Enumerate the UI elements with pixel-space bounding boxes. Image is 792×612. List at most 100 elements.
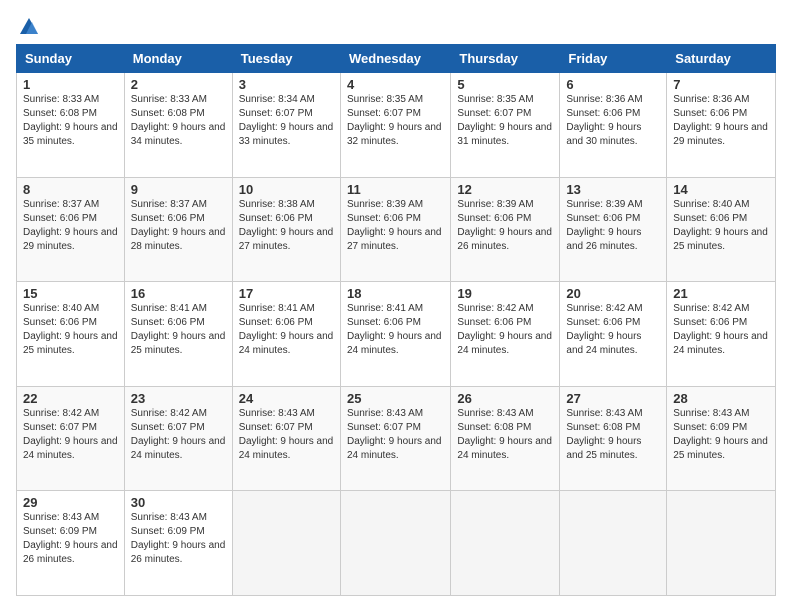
- sunrise-label: Sunrise: 8:42 AM: [457, 303, 533, 314]
- day-number: 13: [566, 182, 660, 197]
- day-number: 15: [23, 286, 118, 301]
- sunset-label: Sunset: 6:06 PM: [673, 213, 747, 224]
- sunrise-label: Sunrise: 8:42 AM: [131, 408, 207, 419]
- calendar-week-row: 1Sunrise: 8:33 AMSunset: 6:08 PMDaylight…: [17, 73, 776, 178]
- sunset-label: Sunset: 6:07 PM: [457, 108, 531, 119]
- day-info: Sunrise: 8:36 AMSunset: 6:06 PMDaylight:…: [673, 93, 769, 149]
- daylight-label: Daylight: 9 hours and 24 minutes.: [239, 331, 334, 356]
- day-info: Sunrise: 8:33 AMSunset: 6:08 PMDaylight:…: [131, 93, 226, 149]
- calendar-cell: 14Sunrise: 8:40 AMSunset: 6:06 PMDayligh…: [667, 177, 776, 282]
- calendar-cell: 6Sunrise: 8:36 AMSunset: 6:06 PMDaylight…: [560, 73, 667, 178]
- calendar-cell: 15Sunrise: 8:40 AMSunset: 6:06 PMDayligh…: [17, 282, 125, 387]
- sunrise-label: Sunrise: 8:39 AM: [566, 199, 642, 210]
- calendar-cell: 18Sunrise: 8:41 AMSunset: 6:06 PMDayligh…: [340, 282, 450, 387]
- col-tuesday: Tuesday: [232, 45, 340, 73]
- calendar-cell: [232, 491, 340, 596]
- header: [16, 16, 776, 34]
- sunset-label: Sunset: 6:07 PM: [347, 108, 421, 119]
- day-number: 17: [239, 286, 334, 301]
- calendar-week-row: 29Sunrise: 8:43 AMSunset: 6:09 PMDayligh…: [17, 491, 776, 596]
- calendar-cell: 1Sunrise: 8:33 AMSunset: 6:08 PMDaylight…: [17, 73, 125, 178]
- sunrise-label: Sunrise: 8:38 AM: [239, 199, 315, 210]
- sunset-label: Sunset: 6:09 PM: [673, 422, 747, 433]
- calendar-table: Sunday Monday Tuesday Wednesday Thursday…: [16, 44, 776, 596]
- day-number: 1: [23, 77, 118, 92]
- calendar-cell: 28Sunrise: 8:43 AMSunset: 6:09 PMDayligh…: [667, 386, 776, 491]
- calendar-cell: 27Sunrise: 8:43 AMSunset: 6:08 PMDayligh…: [560, 386, 667, 491]
- day-number: 20: [566, 286, 660, 301]
- sunset-label: Sunset: 6:07 PM: [23, 422, 97, 433]
- sunset-label: Sunset: 6:09 PM: [131, 526, 205, 537]
- daylight-label: Daylight: 9 hours and 24 minutes.: [347, 436, 442, 461]
- sunset-label: Sunset: 6:07 PM: [347, 422, 421, 433]
- day-number: 18: [347, 286, 444, 301]
- sunrise-label: Sunrise: 8:43 AM: [347, 408, 423, 419]
- calendar-cell: 5Sunrise: 8:35 AMSunset: 6:07 PMDaylight…: [451, 73, 560, 178]
- day-number: 26: [457, 391, 553, 406]
- day-info: Sunrise: 8:42 AM Sunset: 6:06 PM Daylight:…: [457, 302, 553, 358]
- day-info: Sunrise: 8:43 AMSunset: 6:07 PMDaylight:…: [239, 407, 334, 463]
- sunset-label: Sunset: 6:06 PM: [566, 213, 640, 224]
- day-number: 25: [347, 391, 444, 406]
- page: Sunday Monday Tuesday Wednesday Thursday…: [0, 0, 792, 612]
- sunset-label: Sunset: 6:08 PM: [457, 422, 531, 433]
- day-info: Sunrise: 8:33 AMSunset: 6:08 PMDaylight:…: [23, 93, 118, 149]
- day-number: 28: [673, 391, 769, 406]
- day-info: Sunrise: 8:37 AMSunset: 6:06 PMDaylight:…: [23, 198, 118, 254]
- sunset-label: Sunset: 6:07 PM: [239, 108, 313, 119]
- daylight-label: Daylight: 9 hours and 24 minutes.: [239, 436, 334, 461]
- day-number: 14: [673, 182, 769, 197]
- day-number: 21: [673, 286, 769, 301]
- sunset-label: Sunset: 6:06 PM: [457, 317, 531, 328]
- calendar-week-row: 22 Sunrise: 8:42 AM Sunset: 6:07 PM Dayligh…: [17, 386, 776, 491]
- day-number: 4: [347, 77, 444, 92]
- day-number: 7: [673, 77, 769, 92]
- day-number: 27: [566, 391, 660, 406]
- day-info: Sunrise: 8:37 AMSunset: 6:06 PMDaylight:…: [131, 198, 226, 254]
- daylight-label: Daylight: 9 hours and 24 minutes.: [457, 331, 552, 356]
- sunrise-label: Sunrise: 8:33 AM: [131, 94, 207, 105]
- sunset-label: Sunset: 6:06 PM: [347, 317, 421, 328]
- day-number: 22: [23, 391, 118, 406]
- col-sunday: Sunday: [17, 45, 125, 73]
- daylight-label: Daylight: 9 hours and 26 minutes.: [131, 540, 226, 565]
- day-info: Sunrise: 8:39 AMSunset: 6:06 PMDaylight:…: [457, 198, 553, 254]
- sunrise-label: Sunrise: 8:41 AM: [131, 303, 207, 314]
- day-number: 23: [131, 391, 226, 406]
- col-monday: Monday: [124, 45, 232, 73]
- sunrise-label: Sunrise: 8:42 AM: [673, 303, 749, 314]
- col-saturday: Saturday: [667, 45, 776, 73]
- sunrise-label: Sunrise: 8:43 AM: [239, 408, 315, 419]
- calendar-cell: 29Sunrise: 8:43 AMSunset: 6:09 PMDayligh…: [17, 491, 125, 596]
- daylight-label: Daylight: 9 hours and 26 minutes.: [457, 227, 552, 252]
- daylight-label: Daylight: 9 hours and 31 minutes.: [457, 122, 552, 147]
- daylight-label: Daylight: 9 hours and 25 minutes.: [566, 436, 641, 461]
- sunrise-label: Sunrise: 8:36 AM: [566, 94, 642, 105]
- calendar-cell: 30Sunrise: 8:43 AMSunset: 6:09 PMDayligh…: [124, 491, 232, 596]
- sunrise-label: Sunrise: 8:43 AM: [457, 408, 533, 419]
- calendar-cell: [451, 491, 560, 596]
- calendar-cell: 4Sunrise: 8:35 AMSunset: 6:07 PMDaylight…: [340, 73, 450, 178]
- calendar-cell: [667, 491, 776, 596]
- day-info: Sunrise: 8:35 AMSunset: 6:07 PMDaylight:…: [457, 93, 553, 149]
- calendar-cell: 25 Sunrise: 8:43 AM Sunset: 6:07 PM Dayligh…: [340, 386, 450, 491]
- sunset-label: Sunset: 6:06 PM: [239, 317, 313, 328]
- day-info: Sunrise: 8:39 AMSunset: 6:06 PMDaylight:…: [347, 198, 444, 254]
- day-number: 9: [131, 182, 226, 197]
- calendar-cell: 20Sunrise: 8:42 AMSunset: 6:06 PMDayligh…: [560, 282, 667, 387]
- day-number: 16: [131, 286, 226, 301]
- day-info: Sunrise: 8:43 AM Sunset: 6:07 PM Daylight:…: [347, 407, 444, 463]
- daylight-label: Daylight: 9 hours and 24 minutes.: [23, 436, 118, 461]
- calendar-cell: 9Sunrise: 8:37 AMSunset: 6:06 PMDaylight…: [124, 177, 232, 282]
- daylight-label: Daylight: 9 hours and 25 minutes.: [23, 331, 118, 356]
- day-info: Sunrise: 8:38 AMSunset: 6:06 PMDaylight:…: [239, 198, 334, 254]
- logo: [16, 16, 40, 34]
- day-number: 3: [239, 77, 334, 92]
- daylight-label: Daylight: 9 hours and 29 minutes.: [673, 122, 768, 147]
- sunset-label: Sunset: 6:06 PM: [131, 213, 205, 224]
- col-wednesday: Wednesday: [340, 45, 450, 73]
- day-info: Sunrise: 8:42 AMSunset: 6:06 PMDaylight:…: [566, 302, 660, 358]
- sunrise-label: Sunrise: 8:39 AM: [457, 199, 533, 210]
- day-info: Sunrise: 8:43 AMSunset: 6:09 PMDaylight:…: [131, 511, 226, 567]
- daylight-label: Daylight: 9 hours and 25 minutes.: [673, 227, 768, 252]
